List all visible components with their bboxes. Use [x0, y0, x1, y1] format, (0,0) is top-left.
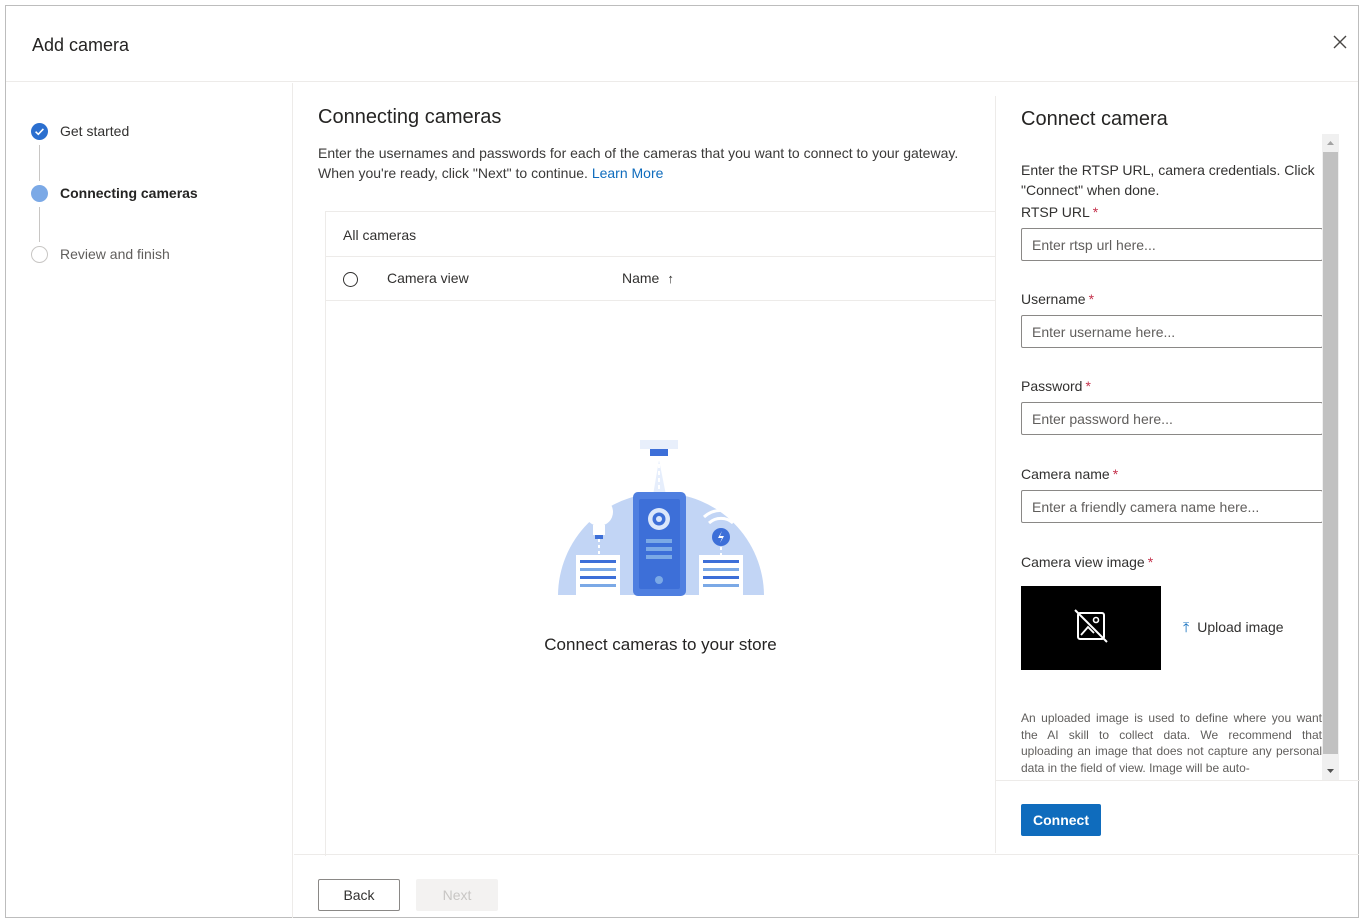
add-camera-dialog: Add camera Get started Connecting camera… [5, 5, 1360, 918]
dialog-title: Add camera [32, 35, 130, 55]
column-header-name[interactable]: Name ↑ [622, 270, 674, 286]
username-input[interactable] [1021, 315, 1323, 348]
table-caption: All cameras [343, 227, 417, 243]
field-label-text: Camera name [1021, 466, 1110, 482]
scrollbar-thumb[interactable] [1323, 152, 1338, 754]
required-marker: * [1112, 466, 1119, 482]
column-header-label: Name [622, 270, 660, 286]
field-label-text: RTSP URL [1021, 204, 1090, 220]
panel-scroll-area[interactable]: Enter the RTSP URL, camera credentials. … [996, 136, 1328, 776]
upload-arrow-icon: ⤒ [1183, 619, 1190, 635]
back-button[interactable]: Back [318, 879, 400, 911]
connect-button[interactable]: Connect [1021, 804, 1101, 836]
empty-state-text: Connect cameras to your store [544, 635, 777, 654]
password-label: Password * [1021, 378, 1091, 394]
rtsp-url-label: RTSP URL * [1021, 204, 1098, 220]
main-content: Connecting cameras Enter the usernames a… [294, 83, 995, 856]
step-label: Get started [60, 123, 130, 139]
panel-title: Connect camera [1021, 108, 1168, 130]
step-label: Review and finish [60, 246, 170, 262]
page-description: Enter the usernames and passwords for ea… [318, 143, 990, 183]
check-circle-icon [31, 123, 48, 140]
wizard-stepper: Get started Connecting cameras Review an… [6, 83, 293, 918]
empty-circle-icon [31, 246, 48, 263]
field-label-text: Camera view image [1021, 554, 1145, 570]
page-title: Connecting cameras [318, 106, 502, 128]
required-marker: * [1085, 378, 1091, 394]
scroll-down-arrow-icon[interactable] [1322, 762, 1339, 780]
cameras-table: All cameras Camera view Name ↑ Connect c… [325, 211, 995, 856]
step-label: Connecting cameras [60, 185, 198, 201]
upload-image-button[interactable]: ⤒ Upload image [1183, 619, 1284, 636]
connect-camera-panel: Connect camera Enter the RTSP URL, camer… [995, 96, 1360, 853]
select-all-radio[interactable] [343, 272, 358, 287]
camera-view-image-label: Camera view image * [1021, 554, 1153, 570]
dialog-footer: Back Next [294, 854, 1359, 918]
panel-scrollbar[interactable] [1322, 134, 1339, 780]
camera-name-input[interactable] [1021, 490, 1323, 523]
username-label: Username * [1021, 291, 1094, 307]
arrow-up-icon: ↑ [667, 271, 674, 286]
learn-more-link[interactable]: Learn More [592, 165, 664, 181]
table-header: Camera view Name ↑ [326, 256, 995, 301]
image-help-text: An uploaded image is used to define wher… [1021, 711, 1322, 775]
required-marker: * [1088, 291, 1095, 307]
close-icon[interactable] [1330, 32, 1350, 52]
dialog-header: Add camera [6, 6, 1358, 82]
field-label-text: Username [1021, 291, 1086, 307]
password-input[interactable] [1021, 402, 1323, 435]
scroll-up-arrow-icon[interactable] [1322, 134, 1339, 152]
camera-name-label: Camera name * [1021, 466, 1118, 482]
required-marker: * [1092, 204, 1099, 220]
required-marker: * [1147, 554, 1154, 570]
rtsp-url-input[interactable] [1021, 228, 1323, 261]
step-connector [39, 145, 40, 181]
step-connector [39, 207, 40, 242]
upload-image-label: Upload image [1197, 619, 1284, 635]
no-image-icon [1074, 609, 1108, 643]
camera-view-image-preview [1021, 586, 1161, 670]
camera-store-illustration [556, 440, 766, 604]
filled-circle-icon [31, 185, 48, 202]
field-label-text: Password [1021, 378, 1083, 394]
panel-divider [996, 780, 1360, 781]
next-button[interactable]: Next [416, 879, 498, 911]
panel-description: Enter the RTSP URL, camera credentials. … [1021, 162, 1315, 198]
column-header-camera-view[interactable]: Camera view [387, 270, 469, 286]
